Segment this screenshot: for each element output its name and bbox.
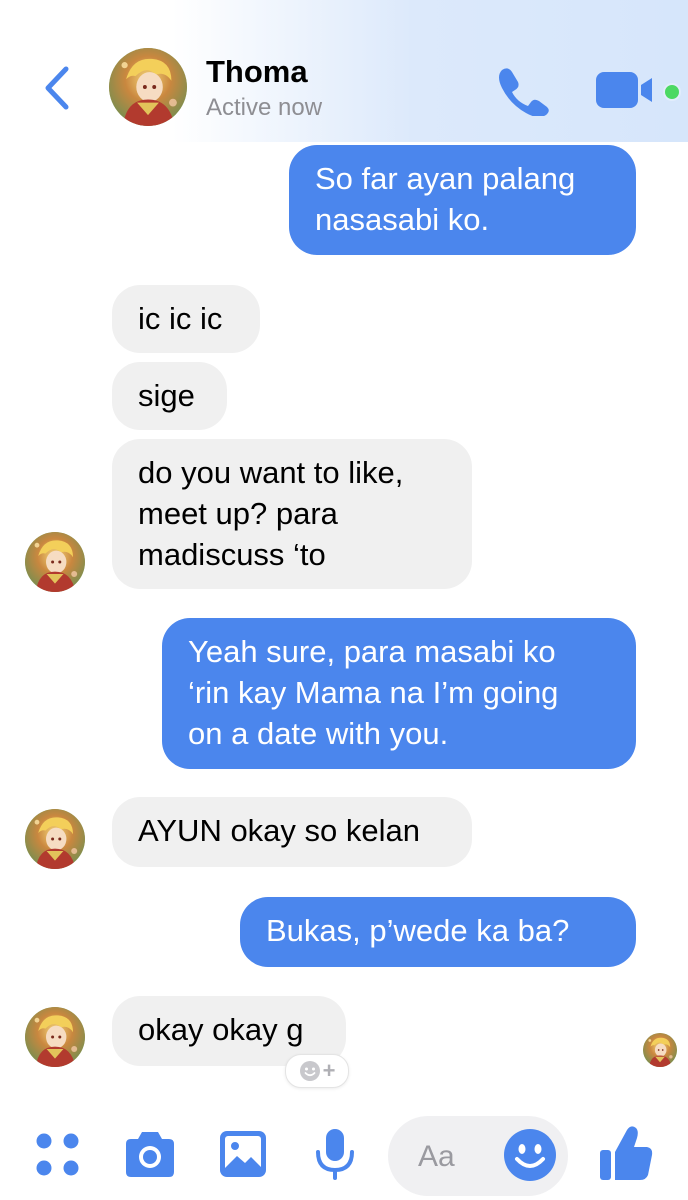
- camera-icon: [126, 1132, 174, 1177]
- smiley-icon: [299, 1061, 320, 1081]
- message-bubble-incoming[interactable]: sige: [112, 362, 227, 430]
- voice-message-button[interactable]: [315, 1128, 355, 1185]
- composer-bar: [0, 1100, 688, 1200]
- image-icon: [220, 1131, 266, 1177]
- plus-label: +: [322, 1058, 336, 1083]
- thumbs-up-icon: [600, 1126, 653, 1180]
- chat-header: Thoma Active now: [0, 0, 688, 142]
- sender-avatar[interactable]: [25, 532, 85, 592]
- gallery-button[interactable]: [219, 1130, 267, 1183]
- camera-button[interactable]: [122, 1130, 178, 1183]
- message-composer[interactable]: [388, 1116, 568, 1196]
- message-bubble-outgoing[interactable]: Bukas, p’wede ka ba?: [240, 897, 636, 967]
- message-bubble-outgoing[interactable]: So far ayan palang nasasabi ko.: [289, 145, 636, 255]
- contact-name[interactable]: Thoma: [206, 54, 308, 90]
- add-reaction-button[interactable]: +: [285, 1054, 349, 1088]
- online-indicator: [663, 83, 681, 101]
- video-camera-icon: [596, 72, 652, 108]
- seen-indicator-avatar: [643, 1033, 677, 1067]
- like-button[interactable]: [598, 1124, 654, 1187]
- sender-avatar[interactable]: [25, 1007, 85, 1067]
- back-button[interactable]: [36, 62, 76, 114]
- message-bubble-outgoing[interactable]: Yeah sure, para masabi ko ‘rin kay Mama …: [162, 618, 636, 769]
- message-bubble-incoming[interactable]: AYUN okay so kelan: [112, 797, 472, 867]
- call-button[interactable]: [494, 64, 552, 118]
- message-bubble-incoming[interactable]: ic ic ic: [112, 285, 260, 353]
- contact-avatar[interactable]: [109, 48, 187, 126]
- video-call-button[interactable]: [594, 70, 656, 110]
- emoji-button[interactable]: [503, 1128, 557, 1187]
- message-input[interactable]: [416, 1134, 510, 1180]
- phone-icon: [499, 68, 549, 118]
- four-dots-icon: [36, 1133, 79, 1176]
- chevron-left-icon: [45, 66, 69, 110]
- apps-button[interactable]: [36, 1133, 80, 1182]
- sender-avatar[interactable]: [25, 809, 85, 869]
- active-status: Active now: [206, 94, 323, 121]
- microphone-icon: [316, 1129, 354, 1180]
- message-bubble-incoming[interactable]: do you want to like, meet up? para madis…: [112, 439, 472, 589]
- smiley-icon: [504, 1129, 556, 1181]
